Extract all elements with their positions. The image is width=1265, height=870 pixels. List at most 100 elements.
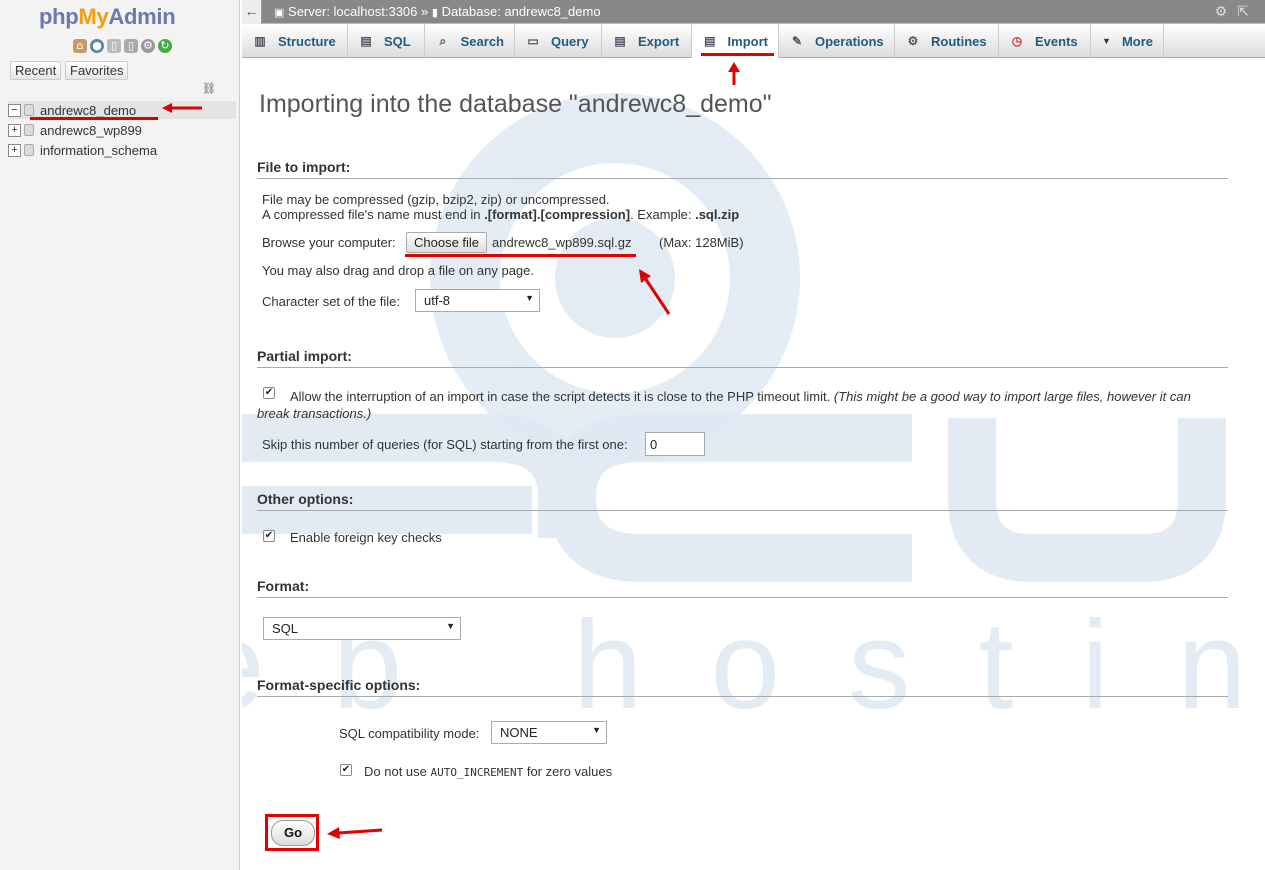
allow-interrupt-text: Allow the interruption of an import in c… — [290, 389, 831, 404]
gear-icon[interactable]: ⚙ — [1215, 3, 1238, 19]
back-icon[interactable]: ← — [242, 0, 262, 24]
reload-icon[interactable]: ↻ — [158, 39, 172, 53]
top-icons: ⚙⇱ — [1215, 3, 1259, 20]
foreign-key-checkbox[interactable]: ✔ — [263, 530, 275, 542]
allow-interrupt-note-cont: break transactions.) — [257, 406, 372, 421]
breadcrumb-bar: ← ▣ Server: localhost:3306 » ▮ Database:… — [242, 0, 1265, 24]
charset-label: Character set of the file: — [262, 294, 401, 309]
collapse-icon[interactable]: ⇱ — [1237, 3, 1259, 19]
compression-note: File may be compressed (gzip, bzip2, zip… — [262, 192, 610, 207]
breadcrumb: ▣ Server: localhost:3306 » ▮ Database: a… — [274, 4, 601, 19]
collapse-icon[interactable]: − — [8, 103, 21, 117]
tab-routines[interactable]: ⚙ Routines — [895, 24, 999, 58]
tree-item-label[interactable]: andrewc8_wp899 — [40, 123, 142, 138]
compat-mode-value: NONE — [500, 725, 538, 740]
choose-file-button[interactable]: Choose file — [406, 232, 488, 253]
caret-down-icon: ▼ — [1102, 36, 1111, 46]
tree-item-information-schema[interactable]: + information_schema — [8, 141, 236, 159]
go-button[interactable]: Go — [271, 820, 315, 846]
compression-text: A compressed file's name must end in — [262, 207, 485, 222]
page-title: Importing into the database "andrewc8_de… — [259, 90, 772, 118]
tab-label: Import — [727, 33, 768, 49]
logout-icon[interactable]: ● — [90, 39, 104, 53]
drag-drop-note: You may also drag and drop a file on any… — [262, 263, 534, 278]
no-auto-increment-label: Do not use AUTO_INCREMENT for zero value… — [364, 764, 612, 779]
browse-label: Browse your computer: — [262, 235, 396, 250]
caret-down-icon: ▼ — [592, 725, 601, 735]
main-content: web hosting Importing into the database … — [242, 58, 1265, 870]
compression-ext: .sql.zip — [695, 207, 740, 222]
sql-docs-icon[interactable]: ▯ — [124, 39, 138, 53]
annotation-underline — [30, 117, 158, 120]
allow-interrupt-label: Allow the interruption of an import in c… — [290, 387, 1240, 406]
tab-label: Structure — [278, 33, 336, 49]
tab-search[interactable]: ⌕ Search — [425, 24, 515, 58]
section-partial-import: Partial import: — [257, 348, 1228, 368]
docs-icon[interactable]: ▯ — [107, 39, 121, 53]
favorites-tab[interactable]: Favorites — [65, 61, 129, 80]
recent-tab[interactable]: Recent — [10, 61, 62, 80]
query-icon: ▭ — [527, 34, 539, 48]
no-auto-text: for zero values — [523, 764, 613, 779]
navigation-panel: phpMyAdmin ⌂ ● ▯ ▯ ⚙ ↻ Recent Favorites … — [0, 0, 240, 870]
annotation-arrow — [728, 62, 740, 85]
caret-down-icon: ▼ — [446, 621, 455, 631]
compression-text: . Example: — [630, 207, 696, 222]
skip-queries-label: Skip this number of queries (for SQL) st… — [262, 437, 628, 452]
allow-interrupt-checkbox[interactable]: ✔ — [263, 387, 275, 399]
routines-icon: ⚙ — [907, 34, 919, 48]
gear-icon[interactable]: ⚙ — [141, 39, 155, 53]
format-value: SQL — [272, 621, 299, 636]
breadcrumb-database[interactable]: Database: andrewc8_demo — [442, 4, 601, 19]
search-icon: ⌕ — [439, 34, 447, 48]
phpmyadmin-logo[interactable]: phpMyAdmin — [39, 4, 176, 30]
no-auto-text: Do not use — [364, 764, 431, 779]
accu-watermark: web hosting — [242, 93, 1265, 735]
compression-format: .[format].[compression] — [484, 207, 631, 222]
allow-interrupt-note: (This might be a good way to import larg… — [833, 389, 1191, 404]
skip-queries-input[interactable]: 0 — [645, 432, 705, 456]
tab-structure[interactable]: ▥ Structure — [242, 24, 348, 58]
format-select[interactable]: SQL ▼ — [263, 617, 461, 640]
tree-item-label[interactable]: information_schema — [40, 143, 157, 158]
database-icon — [24, 144, 34, 156]
structure-icon: ▥ — [254, 34, 266, 48]
compat-mode-label: SQL compatibility mode: — [339, 726, 480, 741]
tab-more[interactable]: ▼ More — [1091, 24, 1164, 58]
annotation-underline — [701, 53, 774, 56]
compression-example: A compressed file's name must end in .[f… — [262, 207, 739, 222]
caret-down-icon: ▼ — [525, 293, 534, 303]
export-icon: ▤ — [614, 34, 626, 48]
import-icon: ▤ — [704, 34, 716, 48]
section-format-specific: Format-specific options: — [257, 677, 1228, 697]
tree-item-label[interactable]: andrewc8_demo — [40, 103, 136, 118]
wrench-icon: ✎ — [791, 34, 803, 48]
tab-label: Search — [460, 33, 504, 49]
database-icon — [24, 124, 34, 136]
home-icon[interactable]: ⌂ — [73, 39, 87, 53]
annotation-arrow — [639, 269, 671, 315]
expand-icon[interactable]: + — [8, 123, 21, 137]
tab-label: Routines — [931, 33, 987, 49]
tree-item-andrewc8-wp899[interactable]: + andrewc8_wp899 — [8, 121, 236, 139]
sql-icon: ▤ — [360, 34, 372, 48]
selected-file-name: andrewc8_wp899.sql.gz — [492, 235, 632, 250]
charset-select[interactable]: utf-8 ▼ — [415, 289, 540, 312]
tab-query[interactable]: ▭ Query — [515, 24, 602, 58]
tab-events[interactable]: ◷ Events — [999, 24, 1091, 58]
section-format: Format: — [257, 578, 1228, 598]
database-icon: ▮ — [431, 7, 438, 19]
tab-label: SQL — [384, 33, 411, 49]
tab-export[interactable]: ▤ Export — [602, 24, 692, 58]
charset-value: utf-8 — [424, 293, 451, 308]
link-icon[interactable]: ⛓ — [202, 82, 216, 95]
tab-label: Events — [1035, 33, 1078, 49]
tab-sql[interactable]: ▤ SQL — [348, 24, 425, 58]
expand-icon[interactable]: + — [8, 143, 21, 157]
compat-mode-select[interactable]: NONE ▼ — [491, 721, 607, 744]
no-auto-increment-checkbox[interactable]: ✔ — [340, 764, 352, 776]
tab-operations[interactable]: ✎ Operations — [779, 24, 895, 58]
tab-label: Operations — [815, 33, 884, 49]
breadcrumb-server[interactable]: Server: localhost:3306 — [288, 4, 417, 19]
foreign-key-label: Enable foreign key checks — [290, 530, 442, 545]
